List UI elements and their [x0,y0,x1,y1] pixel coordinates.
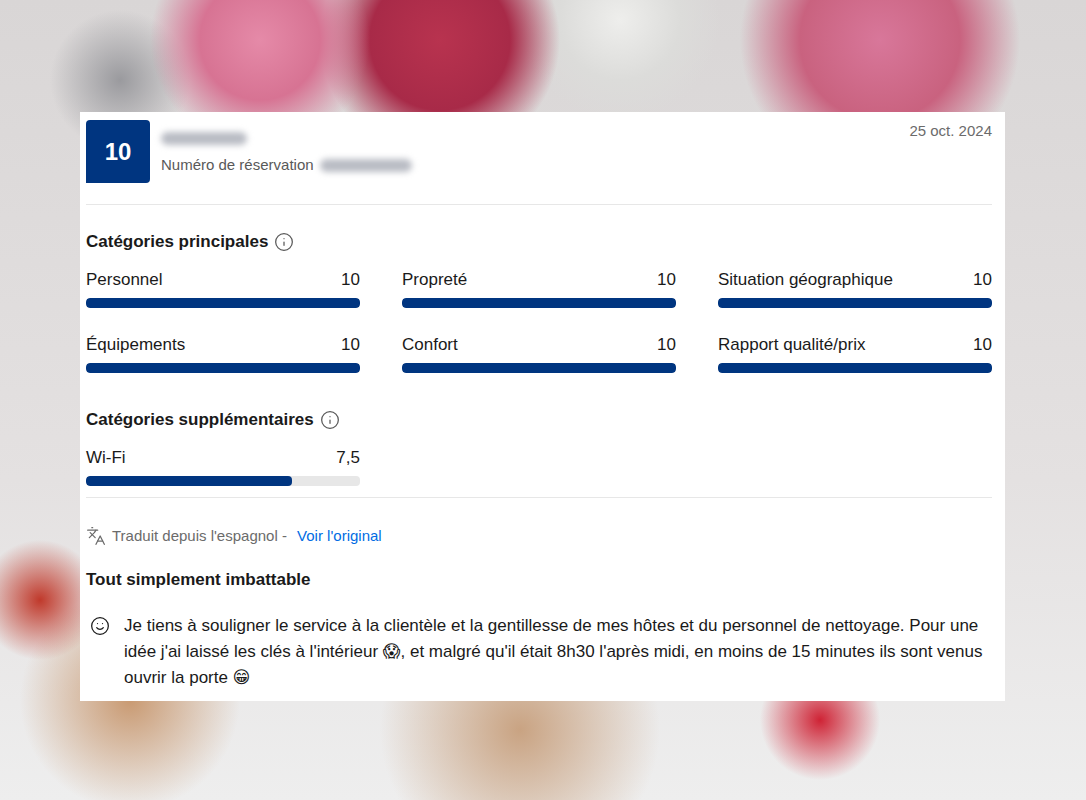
smiley-icon [90,616,110,636]
extra-categories-heading: Catégories supplémentaires [86,409,992,431]
translate-icon [86,526,106,546]
score-badge: 10 [86,120,150,183]
score-bar-fill [402,363,676,373]
category-score-value: 10 [657,269,676,291]
category-label-row: Personnel 10 [86,269,360,291]
review-body: Je tiens à souligner le service à la cli… [86,613,992,691]
category-score: Wi-Fi 7,5 [86,447,360,486]
category-label: Situation géographique [718,269,893,291]
category-score: Rapport qualité/prix 10 [718,334,992,373]
redacted-name [161,132,247,145]
page: 10 Numéro de réservation 25 oct. 2024 Catég… [0,0,1086,800]
score-bar [86,363,360,373]
extra-categories-grid: Wi-Fi 7,5 [86,447,992,486]
category-label-row: Rapport qualité/prix 10 [718,334,992,356]
category-score: Situation géographique 10 [718,269,992,308]
category-label: Personnel [86,269,163,291]
review-card: 10 Numéro de réservation 25 oct. 2024 Catég… [80,112,1005,701]
reservation-row: Numéro de réservation [161,155,898,175]
score-bar [402,363,676,373]
category-label: Confort [402,334,458,356]
category-score-value: 10 [973,269,992,291]
translation-note: Traduit depuis l'espagnol - Voir l'origi… [86,525,992,547]
review-header: 10 Numéro de réservation 25 oct. 2024 [86,120,992,183]
separator [86,204,992,205]
category-score: Équipements 10 [86,334,360,373]
category-score-value: 10 [657,334,676,356]
score-bar-fill [86,363,360,373]
score-bar [718,298,992,308]
review-date: 25 oct. 2024 [909,120,992,139]
category-label-row: Confort 10 [402,334,676,356]
main-categories-grid: Personnel10Propreté10Situation géographi… [86,269,992,373]
category-score-value: 10 [973,334,992,356]
score-bar-fill [402,298,676,308]
category-score: Propreté 10 [402,269,676,308]
score-bar [402,298,676,308]
score-bar [86,298,360,308]
score-bar-fill [718,363,992,373]
main-categories-heading: Catégories principales [86,231,992,253]
translation-text: Traduit depuis l'espagnol - [112,525,291,547]
reviewer-identity: Numéro de réservation [161,120,898,175]
category-label: Wi-Fi [86,447,126,469]
score-bar [86,476,360,486]
info-icon[interactable] [274,232,294,252]
category-score-value: 10 [341,269,360,291]
category-label: Rapport qualité/prix [718,334,865,356]
category-label-row: Équipements 10 [86,334,360,356]
info-icon[interactable] [320,410,340,430]
score-bar-fill [718,298,992,308]
category-label-row: Situation géographique 10 [718,269,992,291]
separator [86,497,992,498]
category-score-value: 10 [341,334,360,356]
score-bar [718,363,992,373]
heading-text: Catégories principales [86,231,268,253]
category-label: Équipements [86,334,185,356]
redacted-reservation-number [320,159,412,172]
view-original-link[interactable]: Voir l'original [297,525,382,547]
review-text: Je tiens à souligner le service à la cli… [124,613,992,691]
category-score: Personnel 10 [86,269,360,308]
category-label-row: Propreté 10 [402,269,676,291]
category-label-row: Wi-Fi 7,5 [86,447,360,469]
review-title: Tout simplement imbattable [86,569,992,591]
category-score-value: 7,5 [336,447,360,469]
reservation-label: Numéro de réservation [161,155,314,175]
category-score: Confort 10 [402,334,676,373]
category-label: Propreté [402,269,467,291]
heading-text: Catégories supplémentaires [86,409,314,431]
score-bar-fill [86,476,292,486]
score-bar-fill [86,298,360,308]
